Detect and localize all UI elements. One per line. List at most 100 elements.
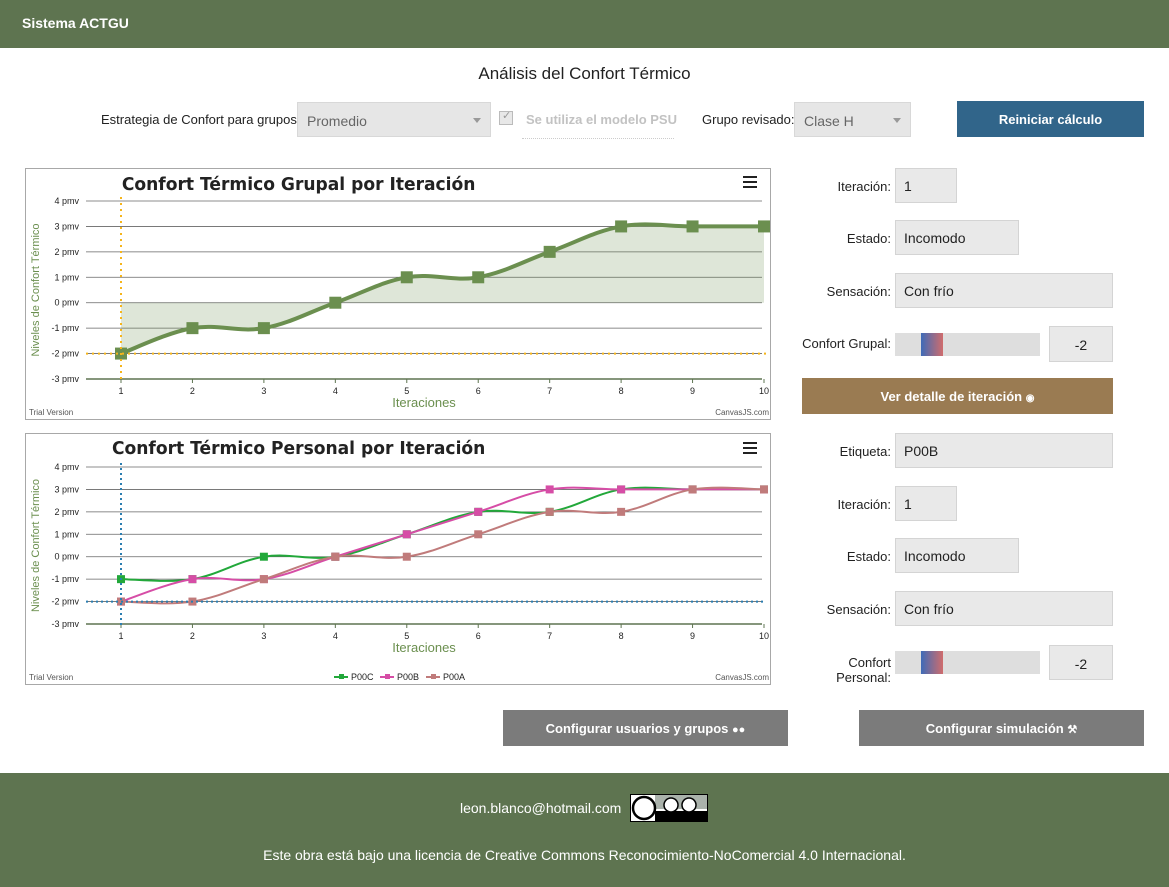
data-point (758, 220, 770, 233)
x-tick-label: 9 (690, 631, 695, 641)
chart-title: Confort Térmico Grupal por Iteración (122, 175, 476, 196)
footer-email[interactable]: leon.blanco@hotmail.com (460, 800, 621, 816)
watermark-canvasjs: CanvasJS.com (715, 408, 769, 417)
cc-license-badge[interactable] (630, 794, 708, 822)
x-axis-label: Iteraciones (392, 395, 456, 410)
personal-comfort-slider[interactable] (895, 651, 1040, 674)
y-tick-label: 4 pmv (54, 196, 79, 206)
x-tick-label: 10 (759, 386, 769, 396)
group-state-field[interactable]: Incomodo (895, 220, 1019, 255)
psu-label: Se utiliza el modelo PSU (526, 112, 677, 127)
x-tick-label: 9 (690, 386, 695, 396)
chevron-down-icon (893, 118, 901, 123)
x-tick-label: 7 (547, 631, 552, 641)
reset-calculation-button[interactable]: Reiniciar cálculo (957, 101, 1144, 137)
y-tick-label: -2 pmv (51, 349, 79, 359)
x-tick-label: 7 (547, 386, 552, 396)
data-point (545, 485, 554, 494)
data-point (474, 507, 483, 516)
data-point (188, 575, 197, 584)
x-tick-label: 8 (619, 631, 624, 641)
data-point (329, 296, 342, 309)
y-axis-label: Niveles de Confort Térmico (30, 479, 42, 612)
personal-state-field[interactable]: Incomodo (895, 538, 1019, 573)
personal-comfort-chart-svg: Confort Térmico Personal por Iteración -3… (29, 439, 769, 682)
psu-checkbox[interactable]: ✓ (499, 110, 513, 125)
group-select-value: Clase H (804, 113, 854, 129)
legend-label: P00B (397, 672, 419, 682)
x-tick-label: 10 (759, 631, 769, 641)
personal-comfort-chart: Confort Térmico Personal por Iteración -3… (25, 433, 771, 685)
y-tick-label: -1 pmv (51, 574, 79, 584)
app-brand[interactable]: Sistema ACTGU (22, 15, 129, 31)
series-line (120, 486, 765, 605)
personal-iteration-label: Iteración: (837, 497, 891, 512)
y-tick-label: -1 pmv (51, 323, 79, 333)
y-tick-label: 0 pmv (54, 552, 79, 562)
strategy-select[interactable]: Promedio (297, 102, 491, 137)
x-tick-label: 4 (333, 631, 338, 641)
data-point (257, 322, 270, 335)
psu-divider (522, 138, 674, 139)
data-point (402, 552, 411, 561)
group-comfort-slider[interactable] (895, 333, 1040, 356)
wrench-icon: ⚒ (1067, 724, 1078, 736)
configure-simulation-button[interactable]: Configurar simulación ⚒ (859, 710, 1144, 746)
check-icon: ✓ (502, 110, 512, 122)
slider-thumb[interactable] (921, 333, 943, 356)
configure-users-groups-button[interactable]: Configurar usuarios y grupos ●● (503, 710, 788, 746)
data-point (617, 507, 626, 516)
x-tick-label: 8 (619, 386, 624, 396)
personal-comfort-label: Confort Personal: (836, 655, 891, 685)
y-tick-label: 1 pmv (54, 272, 79, 282)
legend-label: P00C (351, 672, 374, 682)
chart-menu-icon[interactable] (743, 442, 757, 454)
personal-sensation-field[interactable]: Con frío (895, 591, 1113, 626)
data-point (400, 271, 413, 284)
y-tick-label: 3 pmv (54, 221, 79, 231)
personal-state-label: Estado: (846, 549, 891, 564)
footer: leon.blanco@hotmail.com Este obra está b… (0, 773, 1169, 887)
x-tick-label: 3 (261, 386, 266, 396)
data-point (688, 485, 697, 494)
data-point (402, 530, 411, 539)
view-iteration-detail-button[interactable]: Ver detalle de iteración ◉ (802, 378, 1113, 414)
data-point (617, 485, 626, 494)
view-iteration-detail-label: Ver detalle de iteración (880, 389, 1023, 404)
y-tick-label: 3 pmv (54, 484, 79, 494)
group-comfort-chart: Confort Térmico Grupal por Iteración -3 p… (25, 168, 771, 420)
group-select[interactable]: Clase H (794, 102, 911, 137)
data-point (259, 575, 268, 584)
group-sensation-field[interactable]: Con frío (895, 273, 1113, 308)
watermark-trial: Trial Version (29, 673, 73, 682)
personal-comfort-value[interactable]: -2 (1049, 645, 1113, 680)
data-point (760, 485, 768, 494)
group-comfort-value[interactable]: -2 (1049, 326, 1113, 362)
cc-logo-icon (631, 795, 707, 821)
x-axis-label: Iteraciones (392, 640, 456, 655)
data-point (259, 552, 268, 561)
group-iteration-field[interactable]: 1 (895, 168, 957, 203)
data-point (331, 552, 340, 561)
group-iteration-label: Iteración: (837, 179, 891, 194)
data-point (545, 507, 554, 516)
group-state-label: Estado: (846, 231, 891, 246)
page-title: Análisis del Confort Térmico (478, 64, 691, 83)
users-icon: ●● (732, 724, 746, 736)
personal-sensation-label: Sensación: (826, 602, 891, 617)
y-axis-label: Niveles de Confort Térmico (30, 223, 42, 356)
x-tick-label: 4 (333, 386, 338, 396)
chart-menu-icon[interactable] (743, 176, 757, 188)
configure-simulation-label: Configurar simulación (925, 721, 1064, 736)
data-point (615, 220, 628, 233)
x-tick-label: 2 (190, 631, 195, 641)
personal-iteration-field[interactable]: 1 (895, 486, 957, 521)
watermark-trial: Trial Version (29, 408, 73, 417)
chevron-down-icon (473, 118, 481, 123)
slider-thumb[interactable] (921, 651, 943, 674)
personal-tag-field[interactable]: P00B (895, 433, 1113, 468)
area-fill (121, 224, 764, 354)
y-tick-label: -3 pmv (51, 619, 79, 629)
personal-tag-label: Etiqueta: (839, 444, 891, 459)
y-tick-label: 2 pmv (54, 247, 79, 257)
